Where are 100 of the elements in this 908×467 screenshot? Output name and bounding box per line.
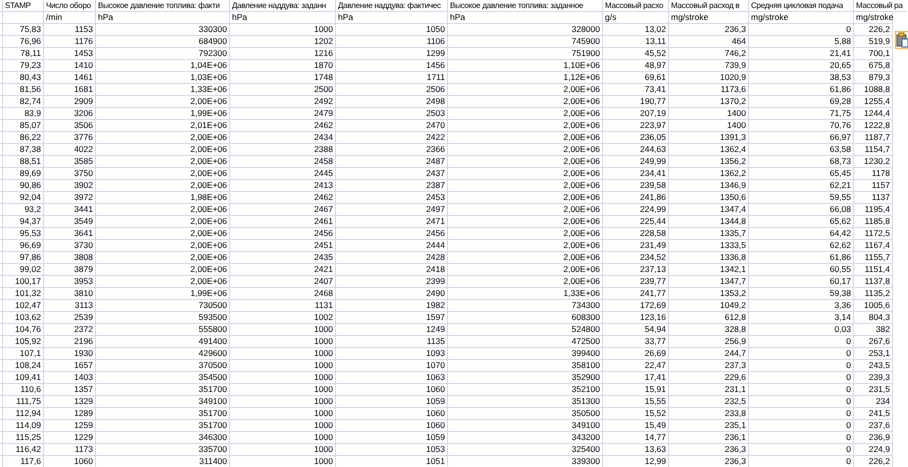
table-cell: 1,10E+06	[448, 60, 603, 72]
table-cell: 0	[749, 456, 854, 467]
table-cell: 236,9	[854, 432, 893, 444]
table-cell: 1400	[669, 108, 749, 120]
table-cell: 1461	[44, 72, 96, 84]
table-cell: 61,86	[749, 252, 854, 264]
table-cell: 65,62	[749, 216, 854, 228]
table-cell: 350500	[448, 408, 603, 420]
table-cell: 2,00E+06	[448, 252, 603, 264]
table-cell: 69,28	[749, 96, 854, 108]
table-cell: 3953	[44, 276, 96, 288]
table-cell: 61,86	[749, 84, 854, 96]
table-cell: 85,07	[3, 120, 44, 132]
table-cell: 2388	[230, 144, 336, 156]
table-cell: 234,41	[603, 168, 669, 180]
table-cell: 1930	[44, 348, 96, 360]
table-cell: 2,00E+06	[448, 108, 603, 120]
table-cell: 745900	[448, 36, 603, 48]
table-cell: 2407	[230, 276, 336, 288]
table-cell: 60,17	[749, 276, 854, 288]
table-cell: 2421	[230, 264, 336, 276]
table-cell: 1195,4	[854, 204, 893, 216]
table-cell: 172,69	[603, 300, 669, 312]
table-cell: 491400	[96, 336, 230, 348]
table-cell: 78,11	[3, 48, 44, 60]
table-cell: 2458	[230, 156, 336, 168]
table-cell: 1711	[336, 72, 448, 84]
table-cell: 99,02	[3, 264, 44, 276]
table-cell: 244,63	[603, 144, 669, 156]
table-cell: 2492	[230, 96, 336, 108]
unit-cell: hPa	[230, 12, 336, 24]
table-cell: 2498	[336, 96, 448, 108]
table-cell: 1060	[336, 420, 448, 432]
table-cell: 335700	[96, 444, 230, 456]
column-header: Средняя цикловая подача	[749, 0, 854, 12]
table-cell: 1153	[44, 24, 96, 36]
table-cell: 0	[749, 444, 854, 456]
unit-cell: hPa	[448, 12, 603, 24]
table-cell: 2,00E+06	[96, 204, 230, 216]
table-cell: 1000	[230, 24, 336, 36]
table-cell: 1335,7	[669, 228, 749, 240]
table-cell: 0	[749, 336, 854, 348]
table-cell: 87,38	[3, 144, 44, 156]
table-cell: 1000	[230, 456, 336, 467]
paste-options-icon[interactable]	[895, 31, 908, 49]
table-cell: 73,41	[603, 84, 669, 96]
table-cell: 1000	[230, 420, 336, 432]
table-cell: 3972	[44, 192, 96, 204]
column-header: Давление наддува: фактичес	[336, 0, 448, 12]
table-cell: 65,45	[749, 168, 854, 180]
table-cell: 1173	[44, 444, 96, 456]
table-cell: 1344,8	[669, 216, 749, 228]
table-cell: 66,97	[749, 132, 854, 144]
table-cell: 0	[749, 408, 854, 420]
table-cell: 2,00E+06	[96, 228, 230, 240]
table-cell: 224,9	[854, 444, 893, 456]
table-cell: 2,00E+06	[448, 264, 603, 276]
table-cell: 64,42	[749, 228, 854, 240]
table-cell: 2413	[230, 180, 336, 192]
table-cell: 1000	[230, 384, 336, 396]
table-cell: 1347,7	[669, 276, 749, 288]
table-cell: 1230,2	[854, 156, 893, 168]
table-cell: 0	[749, 348, 854, 360]
table-cell: 237,3	[669, 360, 749, 372]
table-cell: 399400	[448, 348, 603, 360]
column-header: Массовый расход в	[669, 0, 749, 12]
table-cell: 3902	[44, 180, 96, 192]
table-cell: 1748	[230, 72, 336, 84]
table-cell: 97,86	[3, 252, 44, 264]
table-cell: 104,76	[3, 324, 44, 336]
table-cell: 1681	[44, 84, 96, 96]
table-cell: 241,5	[854, 408, 893, 420]
table-cell: 70,76	[749, 120, 854, 132]
table-cell: 239,58	[603, 180, 669, 192]
table-cell: 100,17	[3, 276, 44, 288]
table-cell: 2539	[44, 312, 96, 324]
table-cell: 60,55	[749, 264, 854, 276]
table-cell: 80,43	[3, 72, 44, 84]
table-cell: 3506	[44, 120, 96, 132]
table-cell: 382	[854, 324, 893, 336]
table-cell: 2456	[230, 228, 336, 240]
table-cell: 1362,2	[669, 168, 749, 180]
table-cell: 2418	[336, 264, 448, 276]
table-cell: 1000	[230, 336, 336, 348]
table-cell: 351700	[96, 408, 230, 420]
table-cell: 102,47	[3, 300, 44, 312]
table-cell: 2470	[336, 120, 448, 132]
table-cell: 349100	[448, 420, 603, 432]
table-cell: 237,6	[854, 420, 893, 432]
table-cell: 2471	[336, 216, 448, 228]
table-cell: 75,83	[3, 24, 44, 36]
table-cell: 351300	[448, 396, 603, 408]
table-cell: 207,19	[603, 108, 669, 120]
table-cell: 103,62	[3, 312, 44, 324]
table-cell: 3808	[44, 252, 96, 264]
table-cell: 1059	[336, 432, 448, 444]
table-cell: 110,6	[3, 384, 44, 396]
table-cell: 1244,4	[854, 108, 893, 120]
table-cell: 0	[749, 360, 854, 372]
table-cell: 1255,4	[854, 96, 893, 108]
